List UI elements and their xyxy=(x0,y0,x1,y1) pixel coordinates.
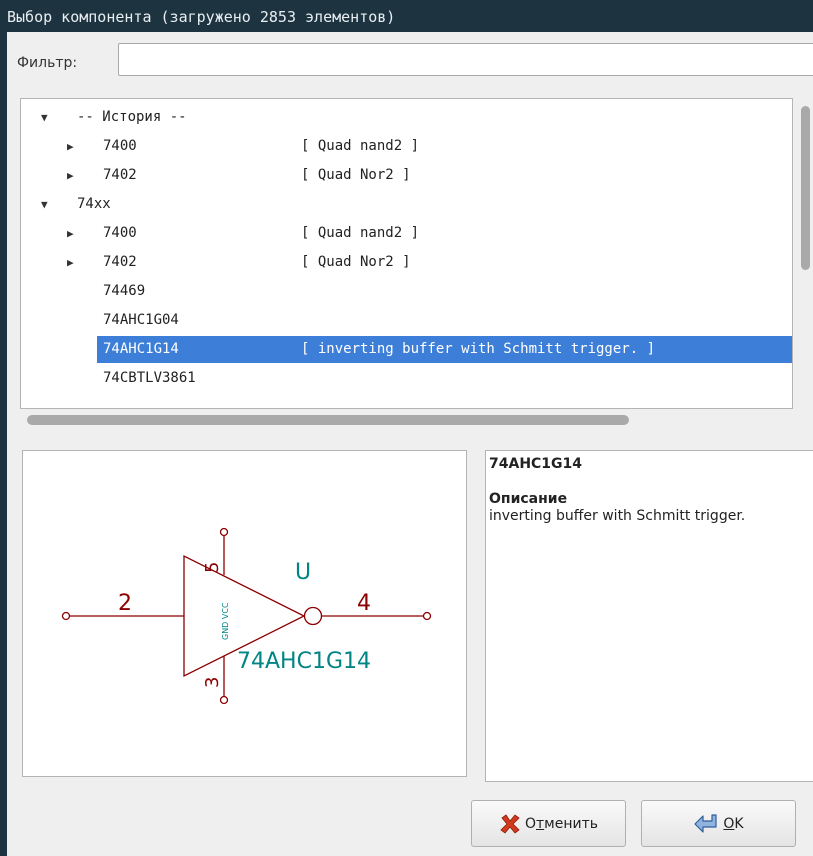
tree-item-name: 7400 xyxy=(103,225,137,241)
cancel-button[interactable]: Отменить xyxy=(471,800,626,847)
ok-button[interactable]: ОK xyxy=(641,800,796,847)
pin-end-marker xyxy=(219,695,229,705)
pin-end-marker xyxy=(422,611,432,621)
tree-item[interactable]: 74CBTLV3861 xyxy=(21,364,792,393)
component-tree[interactable]: ▼ -- История -- ▶ 7400 [ Quad nand2 ] ▶ … xyxy=(20,98,793,409)
window-border xyxy=(0,32,7,856)
tree-item-desc: [ Quad Nor2 ] xyxy=(301,254,411,270)
window-title: Выбор компонента (загружено 2853 элемент… xyxy=(0,0,813,32)
tree-item-name: 74AHC1G04 xyxy=(103,312,179,328)
expand-arrow-icon[interactable]: ▼ xyxy=(41,103,48,132)
tree-item-desc: [ Quad Nor2 ] xyxy=(301,167,411,183)
filter-input[interactable] xyxy=(118,43,813,76)
tree-item-name: 7402 xyxy=(103,167,137,183)
component-name: 74AHC1G14 xyxy=(489,456,583,472)
cancel-x-icon xyxy=(500,813,520,834)
tree-item-desc: [ inverting buffer with Schmitt trigger.… xyxy=(301,341,656,357)
tree-item-desc: [ Quad nand2 ] xyxy=(301,225,420,241)
tree-item-name: 74xx xyxy=(77,196,111,212)
tree-item-selected[interactable]: 74AHC1G14 [ inverting buffer with Schmit… xyxy=(21,335,792,364)
filter-label: Фильтр: xyxy=(17,55,78,71)
tree-item[interactable]: ▶ 7402 [ Quad Nor2 ] xyxy=(21,161,792,190)
tree-item-name: 74469 xyxy=(103,283,146,299)
tree-group-74xx[interactable]: ▼ 74xx xyxy=(21,190,792,219)
enter-arrow-icon xyxy=(694,813,717,833)
pin-end-marker xyxy=(219,527,229,537)
description-heading: Описание xyxy=(489,491,568,507)
ok-label: ОK xyxy=(723,815,744,832)
power-pin-labels: GND VCC xyxy=(221,602,230,640)
tree-item[interactable]: 74AHC1G04 xyxy=(21,306,792,335)
tree-item-name: 74CBTLV3861 xyxy=(103,370,196,386)
pin-gnd-number: 3 xyxy=(202,677,223,688)
component-info-panel: 74AHC1G14 Описание inverting buffer with… xyxy=(485,450,813,782)
tree-item-name: 74AHC1G14 xyxy=(103,341,179,357)
vertical-scrollbar[interactable] xyxy=(801,106,810,270)
cancel-label: Отменить xyxy=(524,815,599,832)
tree-item-name: -- История -- xyxy=(77,109,187,125)
tree-item-name: 7400 xyxy=(103,138,137,154)
description-text: inverting buffer with Schmitt trigger. xyxy=(489,508,746,524)
schematic-symbol: 2 4 5 3 GND VCC U 74AHC1G14 xyxy=(61,527,432,705)
tree-item-desc: [ Quad nand2 ] xyxy=(301,138,420,154)
horizontal-scrollbar[interactable] xyxy=(27,415,629,425)
symbol-preview: 2 4 5 3 GND VCC U 74AHC1G14 xyxy=(22,450,467,777)
pin-out-number: 4 xyxy=(357,591,371,616)
tree-item[interactable]: ▶ 7402 [ Quad Nor2 ] xyxy=(21,248,792,277)
symbol-reference: U xyxy=(295,560,311,585)
expand-arrow-icon[interactable]: ▶ xyxy=(67,132,74,161)
expand-arrow-icon[interactable]: ▶ xyxy=(67,248,74,277)
symbol-value: 74AHC1G14 xyxy=(237,649,371,674)
tree-item[interactable]: ▶ 7400 [ Quad nand2 ] xyxy=(21,132,792,161)
expand-arrow-icon[interactable]: ▶ xyxy=(67,161,74,190)
pin-end-marker xyxy=(61,611,71,621)
tree-item-name: 7402 xyxy=(103,254,137,270)
pin-in-number: 2 xyxy=(118,591,132,616)
expand-arrow-icon[interactable]: ▶ xyxy=(67,219,74,248)
tree-item[interactable]: 74469 xyxy=(21,277,792,306)
expand-arrow-icon[interactable]: ▼ xyxy=(41,190,48,219)
pin-vcc-number: 5 xyxy=(202,562,223,573)
inverter-bubble xyxy=(303,606,323,626)
tree-item[interactable]: ▶ 7400 [ Quad nand2 ] xyxy=(21,219,792,248)
tree-group-history[interactable]: ▼ -- История -- xyxy=(21,103,792,132)
